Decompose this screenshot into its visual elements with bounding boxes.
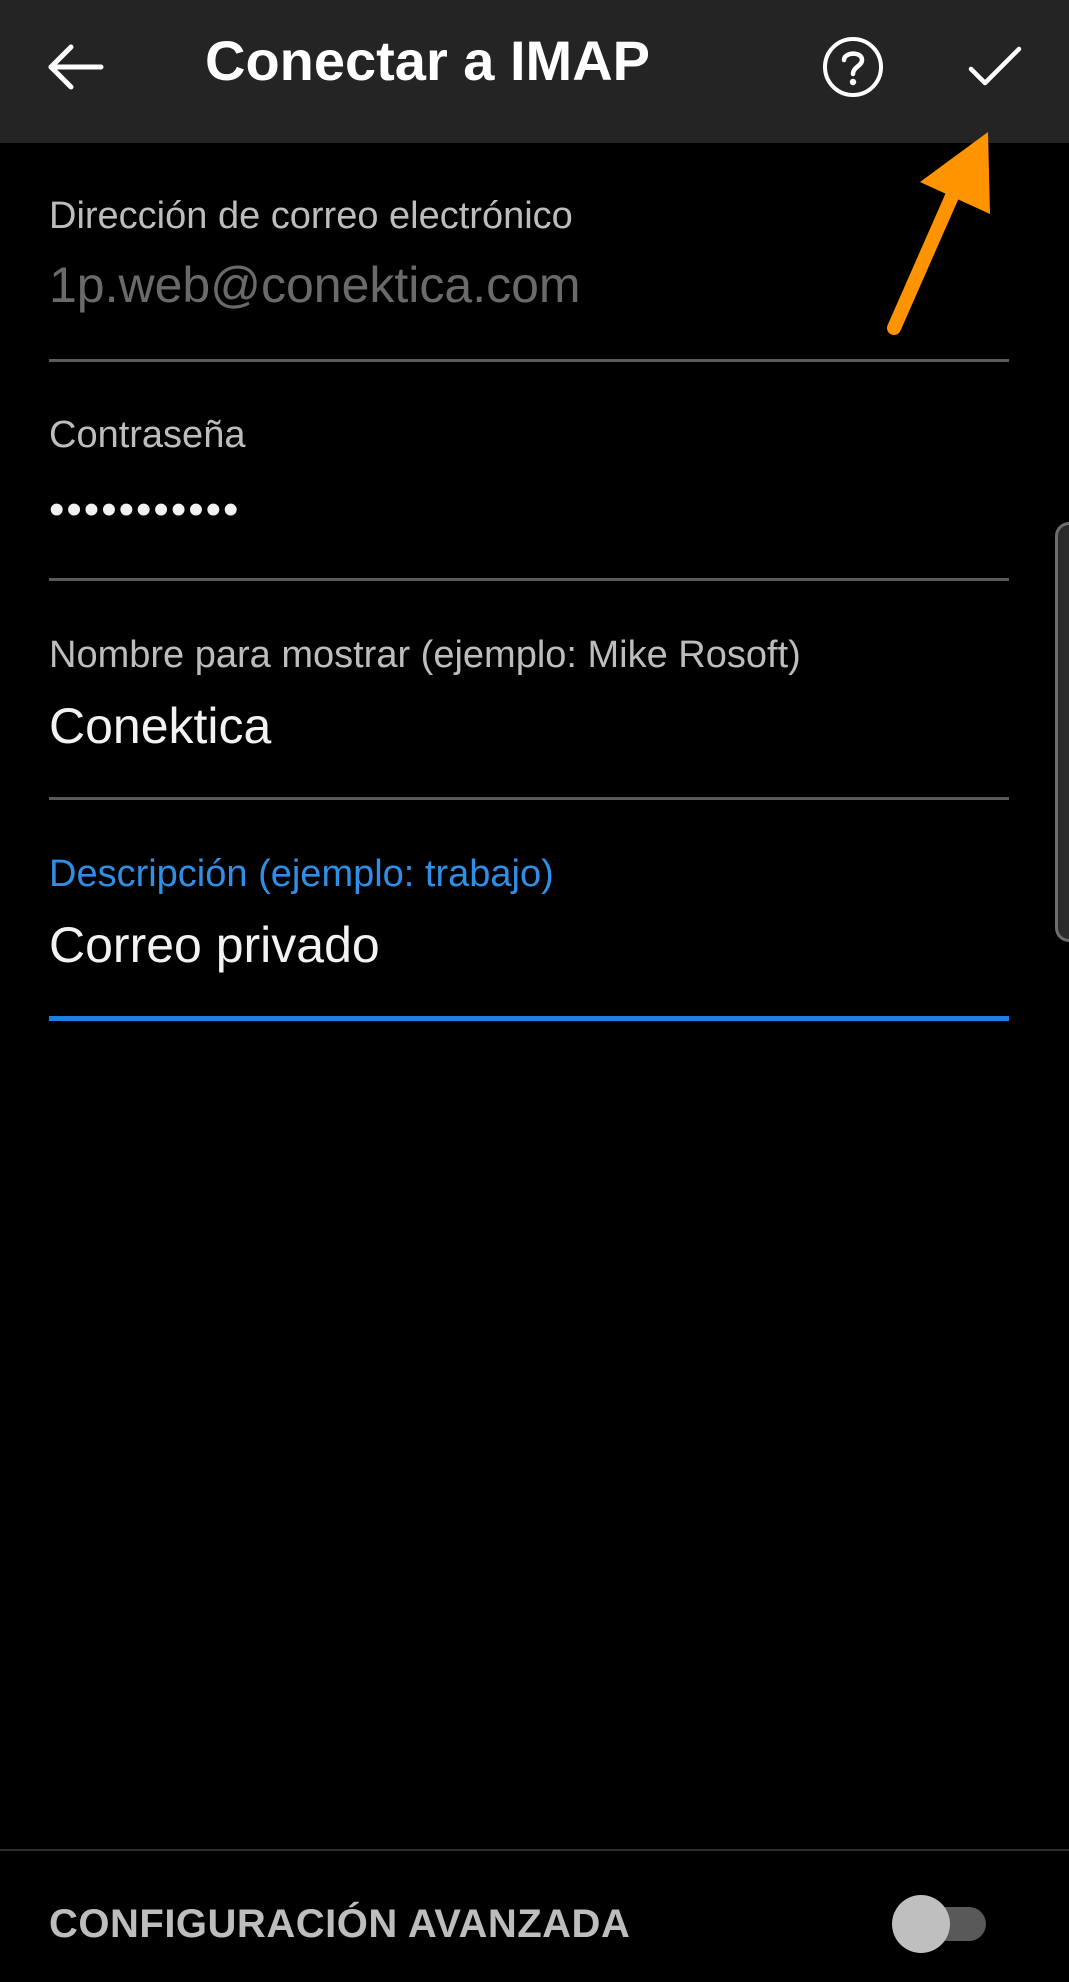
help-circle-icon — [823, 37, 883, 97]
email-field-value[interactable]: 1p.web@conektica.com — [49, 255, 1009, 315]
description-field-label: Descripción (ejemplo: trabajo) — [49, 853, 554, 895]
edge-scroll-handle[interactable] — [1055, 522, 1069, 942]
password-field-underline — [49, 578, 1009, 581]
display-name-field-underline — [49, 797, 1009, 800]
arrow-left-icon — [48, 44, 104, 90]
advanced-settings-toggle[interactable] — [890, 1893, 990, 1953]
back-button[interactable] — [30, 22, 120, 112]
display-name-field-value[interactable]: Conektica — [49, 696, 1009, 756]
checkmark-icon — [968, 46, 1022, 86]
help-button[interactable] — [808, 22, 898, 112]
email-field-label: Dirección de correo electrónico — [49, 195, 573, 237]
page-title: Conectar a IMAP — [205, 29, 650, 92]
password-field-value[interactable]: ••••••••••• — [49, 480, 1009, 540]
toggle-thumb — [892, 1895, 950, 1953]
email-field-underline — [49, 359, 1009, 362]
email-field[interactable]: Dirección de correo electrónico 1p.web@c… — [49, 193, 1009, 363]
app-toolbar: Conectar a IMAP — [0, 0, 1069, 143]
advanced-settings-label: CONFIGURACIÓN AVANZADA — [49, 1902, 631, 1946]
description-field[interactable]: Descripción (ejemplo: trabajo) Correo pr… — [49, 851, 1009, 1023]
password-field-label: Contraseña — [49, 414, 246, 456]
description-field-underline — [49, 1016, 1009, 1021]
display-name-field-label: Nombre para mostrar (ejemplo: Mike Rosof… — [49, 634, 801, 676]
done-button[interactable] — [950, 22, 1040, 112]
bottom-divider — [0, 1849, 1069, 1851]
display-name-field[interactable]: Nombre para mostrar (ejemplo: Mike Rosof… — [49, 632, 1009, 802]
password-field[interactable]: Contraseña ••••••••••• — [49, 412, 1009, 582]
description-field-value[interactable]: Correo privado — [49, 915, 1009, 975]
